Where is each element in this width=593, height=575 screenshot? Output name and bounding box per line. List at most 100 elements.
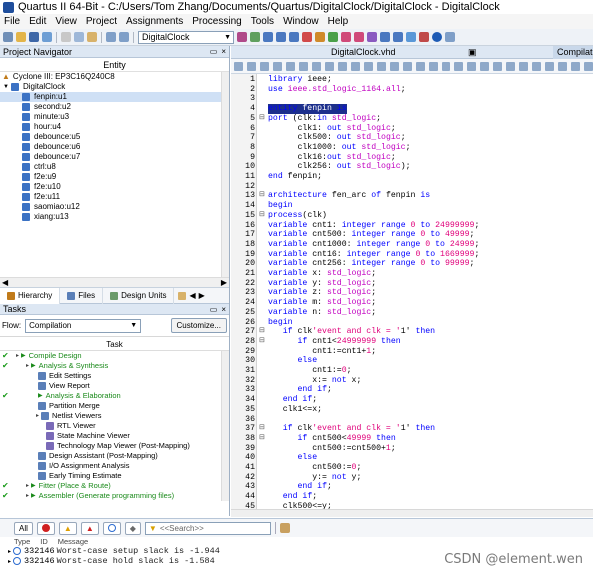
timequest-icon[interactable]: [341, 32, 351, 42]
fold-marker-icon[interactable]: ⊟: [259, 434, 265, 444]
entity-row[interactable]: saomiao:u12: [0, 202, 229, 212]
code-line[interactable]: 6 clk1: out std_logic;: [231, 124, 593, 134]
redo-icon[interactable]: [119, 32, 129, 42]
assignment-editor-icon[interactable]: [263, 32, 273, 42]
tool-icon[interactable]: [445, 32, 455, 42]
file-tab[interactable]: DigitalClock.vhd: [331, 46, 396, 59]
task-row[interactable]: ✔ ▸ ▶ Fitter (Place & Route): [0, 481, 229, 491]
code-line[interactable]: 19 variable cnt16: integer range 0 to 166…: [231, 250, 593, 260]
code-line[interactable]: 40 else: [231, 453, 593, 463]
restore-icon[interactable]: ▭: [210, 305, 218, 314]
expand-arrow-icon[interactable]: ▸: [26, 361, 29, 371]
close-icon[interactable]: ▣: [468, 47, 477, 58]
entity-row[interactable]: debounce:u5: [0, 132, 229, 142]
task-row[interactable]: I/O Assignment Analysis: [0, 461, 229, 471]
editor-tool-icon[interactable]: [506, 61, 516, 71]
filter-info-button[interactable]: [102, 521, 121, 535]
device-row[interactable]: ▲ Cyclone III: EP3C16Q240C8: [0, 72, 229, 82]
task-row[interactable]: ✔ ▸ ▶ Analysis & Synthesis: [0, 361, 229, 371]
run-task-icon[interactable]: ▶: [31, 491, 36, 501]
hierarchy-scrollbar[interactable]: [221, 72, 229, 277]
code-line[interactable]: 4 entity fenpin is: [231, 104, 593, 114]
pin-planner-icon[interactable]: [250, 32, 260, 42]
task-row[interactable]: Early Timing Estimate: [0, 471, 229, 481]
entity-row[interactable]: hour:u4: [0, 122, 229, 132]
task-row[interactable]: ▸ Netlist Viewers: [0, 411, 229, 421]
expand-arrow-icon[interactable]: ▸: [36, 411, 39, 421]
close-icon[interactable]: ×: [221, 47, 226, 56]
filter-critical-button[interactable]: ▲: [80, 521, 99, 535]
filter-warning-button[interactable]: ▲: [58, 521, 77, 535]
editor-tool-icon[interactable]: [234, 61, 243, 71]
code-line[interactable]: 33 end if;: [231, 385, 593, 395]
menu-item-tools[interactable]: Tools: [251, 16, 274, 27]
paste-icon[interactable]: [87, 32, 97, 42]
editor-tool-icon[interactable]: [428, 61, 438, 71]
code-line[interactable]: 34 end if;: [231, 395, 593, 405]
editor-tool-icon[interactable]: [363, 61, 373, 71]
start-compilation-icon[interactable]: [328, 32, 338, 42]
code-line[interactable]: 36: [231, 415, 593, 425]
code-line[interactable]: 22 variable y: std_logic;: [231, 279, 593, 289]
menu-item-window[interactable]: Window: [283, 16, 319, 27]
editor-tool-icon[interactable]: [324, 61, 334, 71]
scroll-right-icon[interactable]: ▶: [199, 291, 205, 300]
editor-tool-icon[interactable]: [571, 61, 581, 71]
editor-tool-icon[interactable]: [376, 61, 386, 71]
task-row[interactable]: ✔ ▶ Analysis & Elaboration: [0, 391, 229, 401]
task-row[interactable]: State Machine Viewer: [0, 431, 229, 441]
entity-row[interactable]: f2e:u9: [0, 172, 229, 182]
code-editor[interactable]: 1 library ieee; 2 use ieee.std_logic_1164.a…: [231, 74, 593, 514]
run-task-icon[interactable]: ▶: [31, 361, 36, 371]
run-task-icon[interactable]: ▶: [21, 351, 26, 361]
entity-row[interactable]: fenpin:u1: [0, 92, 229, 102]
editor-tool-icon[interactable]: [454, 61, 464, 71]
entity-row[interactable]: xiang:u13: [0, 212, 229, 222]
message-tool-icon[interactable]: [279, 523, 290, 533]
editor-tool-icon[interactable]: [441, 61, 451, 71]
code-line[interactable]: 18 variable cnt1000: integer range 0 to 2…: [231, 240, 593, 250]
menu-item-assignments[interactable]: Assignments: [126, 16, 183, 27]
code-line[interactable]: 26 begin: [231, 318, 593, 328]
compilation-report-tab[interactable]: Compilati: [553, 46, 593, 59]
expand-arrow-icon[interactable]: ▸: [26, 481, 29, 491]
code-line[interactable]: 30 else: [231, 356, 593, 366]
run-task-icon[interactable]: ▶: [38, 391, 43, 401]
task-row[interactable]: Design Assistant (Post-Mapping): [0, 451, 229, 461]
flow-select[interactable]: Compilation ▼: [25, 318, 142, 333]
menu-item-processing[interactable]: Processing: [192, 16, 241, 27]
code-line[interactable]: 41 cnt500:=0;: [231, 463, 593, 473]
top-entity-row[interactable]: ▼ DigitalClock: [0, 82, 229, 92]
editor-tool-icon[interactable]: [311, 61, 321, 71]
design-partition-icon[interactable]: [289, 32, 299, 42]
editor-tool-icon[interactable]: [259, 61, 269, 71]
code-line[interactable]: 42 y:= not y;: [231, 473, 593, 483]
copy-icon[interactable]: [74, 32, 84, 42]
expand-arrow-icon[interactable]: ▸: [26, 491, 29, 501]
entity-row[interactable]: f2e:u11: [0, 192, 229, 202]
tab-files[interactable]: Files: [60, 287, 104, 304]
task-row[interactable]: Technology Map Viewer (Post-Mapping): [0, 441, 229, 451]
rtl-viewer-icon[interactable]: [367, 32, 377, 42]
scroll-right-icon[interactable]: ▶: [221, 278, 227, 287]
editor-tool-icon[interactable]: [558, 61, 568, 71]
filter-suppressed-button[interactable]: ◆: [124, 521, 141, 535]
settings-icon[interactable]: [237, 32, 247, 42]
task-row[interactable]: RTL Viewer: [0, 421, 229, 431]
code-line[interactable]: 32 x:= not x;: [231, 376, 593, 386]
editor-tool-icon[interactable]: [272, 61, 282, 71]
fold-marker-icon[interactable]: ⊟: [259, 114, 265, 124]
code-line[interactable]: 15 ⊟ process(clk): [231, 211, 593, 221]
code-line[interactable]: 2 use ieee.std_logic_1164.all;: [231, 85, 593, 95]
expand-arrow-icon[interactable]: ▸: [16, 351, 19, 361]
code-line[interactable]: 31 cnt1:=0;: [231, 366, 593, 376]
restore-icon[interactable]: ▭: [210, 47, 218, 56]
editor-hscroll[interactable]: [231, 509, 593, 517]
code-line[interactable]: 37 ⊟ if clk'event and clk = '1' then: [231, 424, 593, 434]
editor-tool-icon[interactable]: [298, 61, 308, 71]
fold-marker-icon[interactable]: ⊟: [259, 191, 265, 201]
filter-error-button[interactable]: [36, 521, 55, 535]
code-line[interactable]: 25 variable n: std_logic;: [231, 308, 593, 318]
code-line[interactable]: 14 begin: [231, 201, 593, 211]
power-analyzer-icon[interactable]: [354, 32, 364, 42]
